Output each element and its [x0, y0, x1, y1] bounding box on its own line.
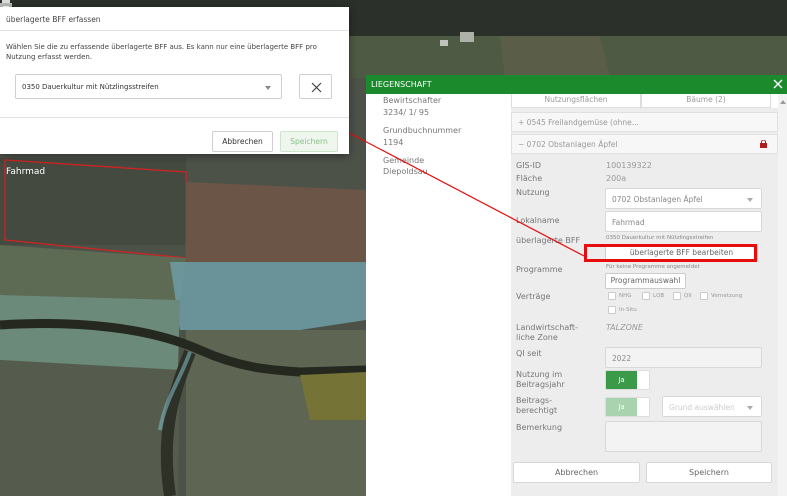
close-icon [311, 82, 322, 93]
save-button[interactable]: Speichern [280, 131, 338, 152]
bff-select[interactable]: 0350 Dauerkultur mit Nützlingsstreifen [15, 74, 282, 99]
dialog-description: Wählen Sie die zu erfassende überlagerte… [6, 43, 317, 61]
bff-select-value: 0350 Dauerkultur mit Nützlingsstreifen [22, 83, 159, 91]
clear-button[interactable] [299, 74, 332, 99]
chevron-down-icon [265, 86, 271, 90]
bff-dialog: überlagerte BFF erfassen Wählen Sie die … [0, 7, 349, 154]
dialog-title: überlagerte BFF erfassen [6, 15, 101, 24]
cancel-button[interactable]: Abbrechen [212, 131, 273, 152]
divider [0, 117, 349, 118]
divider [0, 30, 349, 31]
